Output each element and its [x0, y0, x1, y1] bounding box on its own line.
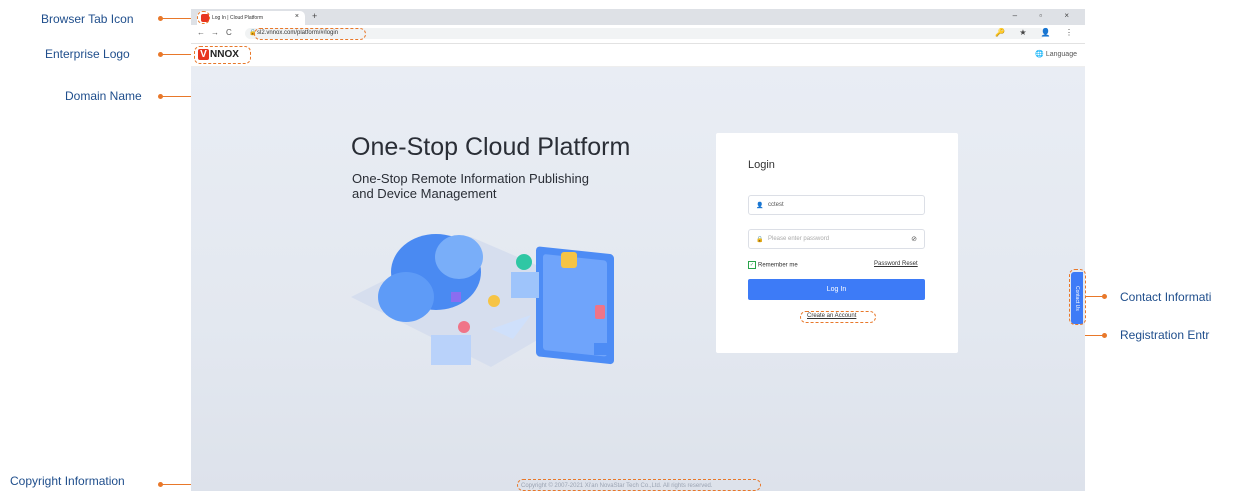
- checkbox-icon: ✓: [748, 261, 756, 269]
- password-reset-link[interactable]: Password Reset: [874, 261, 918, 267]
- window-controls[interactable]: – ▫ ×: [1013, 11, 1079, 20]
- remember-me-checkbox[interactable]: ✓ Remember me: [748, 261, 798, 269]
- highlight-domain: [254, 28, 366, 40]
- globe-icon: 🌐: [1035, 51, 1046, 58]
- username-input[interactable]: 👤 cctest: [748, 195, 925, 215]
- site-header: V NNOX 🌐 Language: [191, 44, 1085, 67]
- remember-me-label: Remember me: [758, 262, 798, 269]
- annotation-copyright-information: Copyright Information: [10, 474, 125, 488]
- password-placeholder: Please enter password: [768, 236, 830, 242]
- illustration-graphics: [351, 234, 614, 367]
- highlight-contact: [1069, 269, 1086, 325]
- forward-icon[interactable]: →: [211, 28, 219, 37]
- toolbar-icons[interactable]: 🔑 ★ 👤 ⋮: [995, 28, 1079, 37]
- tab-bar: Log In | Cloud Platform × + – ▫ ×: [191, 9, 1085, 25]
- browser-window: Log In | Cloud Platform × + – ▫ × ← → C …: [191, 9, 1085, 491]
- annotation-line: [1086, 296, 1104, 297]
- lock-icon: 🔒: [756, 237, 764, 243]
- highlight-tab-icon: [197, 11, 210, 24]
- password-input[interactable]: 🔒 Please enter password ⊘: [748, 229, 925, 249]
- login-page-background: One-Stop Cloud Platform One-Stop Remote …: [191, 67, 1085, 491]
- highlight-create-account: [800, 311, 876, 323]
- eye-slash-icon[interactable]: ⊘: [911, 235, 917, 243]
- username-value: cctest: [768, 202, 784, 208]
- reload-icon[interactable]: C: [226, 28, 232, 37]
- highlight-logo: [194, 46, 251, 64]
- user-icon: 👤: [756, 203, 764, 209]
- annotation-contact-information: Contact Informati: [1120, 290, 1212, 304]
- language-label: Language: [1045, 51, 1077, 58]
- annotation-domain-name: Domain Name: [65, 89, 142, 103]
- login-heading: Login: [748, 159, 775, 171]
- tab-title: Log In | Cloud Platform: [212, 15, 264, 21]
- close-tab-icon[interactable]: ×: [295, 13, 299, 20]
- browser-tab[interactable]: Log In | Cloud Platform ×: [197, 11, 305, 25]
- new-tab-button[interactable]: +: [312, 11, 317, 21]
- annotation-enterprise-logo: Enterprise Logo: [45, 47, 130, 61]
- login-button[interactable]: Log In: [748, 279, 925, 300]
- language-selector[interactable]: 🌐 Language: [1035, 50, 1077, 58]
- back-icon[interactable]: ←: [197, 28, 205, 37]
- annotation-registration-entry: Registration Entr: [1120, 328, 1210, 342]
- highlight-copyright: [517, 479, 761, 491]
- annotation-browser-tab-icon: Browser Tab Icon: [41, 12, 134, 26]
